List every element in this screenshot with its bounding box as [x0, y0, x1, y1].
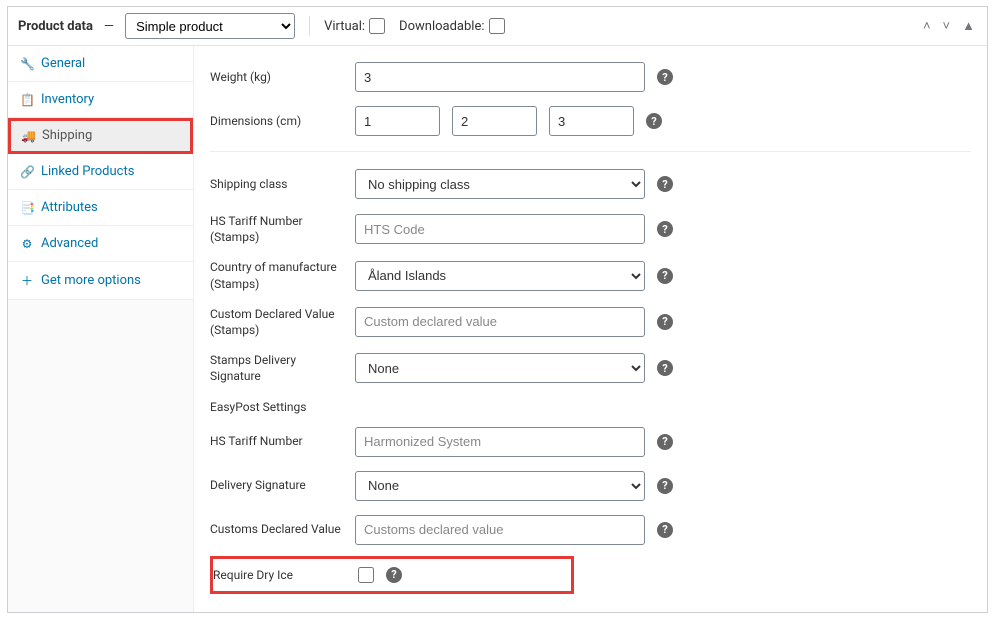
sidebar: 🔧 General 📋 Inventory 🚚 Shipping 🔗 Linke… — [8, 46, 194, 612]
weight-row: Weight (kg) ? — [210, 58, 971, 99]
delivery-signature-label: Delivery Signature — [210, 477, 355, 493]
tab-label: Get more options — [41, 273, 141, 288]
help-icon[interactable]: ? — [657, 522, 673, 538]
shipping-content: Weight (kg) ? Dimensions (cm) ? Shipping… — [194, 46, 987, 612]
weight-input[interactable] — [355, 62, 645, 92]
panel-title: Product data — [18, 19, 93, 34]
help-icon[interactable]: ? — [657, 314, 673, 330]
help-icon[interactable]: ? — [657, 176, 673, 192]
country-label: Country of manufacture (Stamps) — [210, 259, 355, 291]
easypost-heading: EasyPost Settings — [210, 392, 971, 420]
tab-label: Inventory — [41, 92, 94, 107]
stamps-signature-select[interactable]: None — [355, 353, 645, 383]
hs-tariff-label: HS Tariff Number — [210, 433, 355, 449]
tab-label: Linked Products — [41, 164, 134, 179]
country-row: Country of manufacture (Stamps) Åland Is… — [210, 252, 971, 298]
stamps-signature-row: Stamps Delivery Signature None ? — [210, 345, 971, 391]
product-data-panel: Product data — Simple product Virtual: D… — [7, 6, 988, 613]
dry-ice-highlight: Require Dry Ice ? — [210, 556, 574, 594]
hs-tariff-stamps-label: HS Tariff Number (Stamps) — [210, 213, 355, 245]
tab-shipping[interactable]: 🚚 Shipping — [8, 118, 193, 154]
dimensions-row: Dimensions (cm) ? — [210, 99, 971, 143]
tab-label: Shipping — [42, 128, 92, 143]
help-icon[interactable]: ? — [646, 113, 662, 129]
dimensions-label: Dimensions (cm) — [210, 113, 355, 129]
downloadable-label-text: Downloadable: — [399, 19, 484, 34]
help-icon[interactable]: ? — [657, 434, 673, 450]
tab-linked-products[interactable]: 🔗 Linked Products — [8, 154, 193, 190]
tab-get-more-options[interactable]: ＋ Get more options — [8, 262, 193, 300]
tab-general[interactable]: 🔧 General — [8, 46, 193, 82]
help-icon[interactable]: ? — [386, 567, 402, 583]
customs-declared-input[interactable] — [355, 515, 645, 545]
note-icon: 📑 — [20, 201, 34, 215]
downloadable-checkbox[interactable] — [489, 18, 505, 34]
panel-body: 🔧 General 📋 Inventory 🚚 Shipping 🔗 Linke… — [8, 46, 987, 612]
weight-label: Weight (kg) — [210, 69, 355, 85]
divider — [210, 151, 971, 152]
tab-inventory[interactable]: 📋 Inventory — [8, 82, 193, 118]
shipping-class-row: Shipping class No shipping class ? — [210, 162, 971, 206]
plus-icon: ＋ — [20, 272, 34, 289]
custom-declared-stamps-label: Custom Declared Value (Stamps) — [210, 306, 355, 338]
tab-attributes[interactable]: 📑 Attributes — [8, 190, 193, 226]
length-input[interactable] — [355, 106, 440, 136]
hs-tariff-input[interactable] — [355, 427, 645, 457]
country-select[interactable]: Åland Islands — [355, 261, 645, 291]
dry-ice-row: Require Dry Ice ? — [213, 565, 563, 585]
link-icon: 🔗 — [20, 165, 34, 179]
delivery-signature-select[interactable]: None — [355, 471, 645, 501]
dash: — — [104, 19, 114, 34]
hs-tariff-stamps-input[interactable] — [355, 214, 645, 244]
help-icon[interactable]: ? — [657, 268, 673, 284]
truck-icon: 🚚 — [21, 129, 35, 143]
help-icon[interactable]: ? — [657, 478, 673, 494]
gear-icon: ⚙ — [20, 237, 34, 251]
width-input[interactable] — [452, 106, 537, 136]
customs-declared-row: Customs Declared Value ? — [210, 508, 971, 552]
virtual-checkbox[interactable] — [369, 18, 385, 34]
stamps-signature-label: Stamps Delivery Signature — [210, 352, 355, 384]
shipping-class-select[interactable]: No shipping class — [355, 169, 645, 199]
shipping-class-label: Shipping class — [210, 176, 355, 192]
hs-tariff-row: HS Tariff Number ? — [210, 420, 971, 464]
delivery-signature-row: Delivery Signature None ? — [210, 464, 971, 508]
virtual-label-text: Virtual: — [324, 19, 365, 34]
move-down-icon[interactable]: ˅ — [941, 18, 953, 34]
wrench-icon: 🔧 — [20, 57, 34, 71]
move-up-icon[interactable]: ˄ — [921, 18, 933, 34]
tab-advanced[interactable]: ⚙ Advanced — [8, 226, 193, 262]
product-type-select[interactable]: Simple product — [125, 13, 295, 39]
panel-header: Product data — Simple product Virtual: D… — [8, 7, 987, 46]
tab-label: Advanced — [41, 236, 98, 251]
dry-ice-label: Require Dry Ice — [213, 567, 358, 583]
virtual-checkbox-label[interactable]: Virtual: — [324, 18, 385, 34]
custom-declared-stamps-row: Custom Declared Value (Stamps) ? — [210, 299, 971, 345]
height-input[interactable] — [549, 106, 634, 136]
help-icon[interactable]: ? — [657, 221, 673, 237]
downloadable-checkbox-label[interactable]: Downloadable: — [399, 18, 504, 34]
custom-declared-stamps-input[interactable] — [355, 307, 645, 337]
header-divider — [309, 16, 310, 36]
help-icon[interactable]: ? — [657, 69, 673, 85]
hs-tariff-stamps-row: HS Tariff Number (Stamps) ? — [210, 206, 971, 252]
help-icon[interactable]: ? — [657, 360, 673, 376]
tab-label: General — [41, 56, 85, 71]
customs-declared-label: Customs Declared Value — [210, 521, 355, 537]
tab-label: Attributes — [41, 200, 98, 215]
clipboard-icon: 📋 — [20, 93, 34, 107]
toggle-panel-icon[interactable]: ▲ — [960, 18, 977, 34]
dry-ice-checkbox[interactable] — [358, 567, 374, 583]
